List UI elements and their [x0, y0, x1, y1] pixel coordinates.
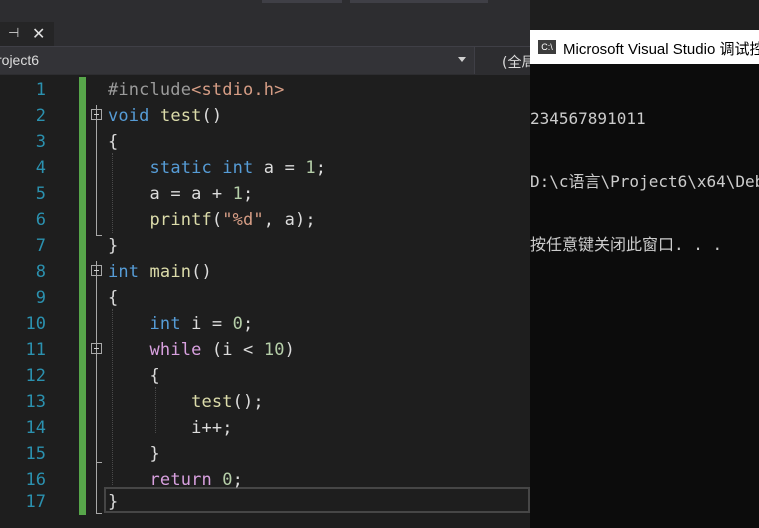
line-number: 12: [25, 366, 46, 386]
change-indicator: [79, 337, 86, 363]
collapse-icon[interactable]: [91, 265, 102, 276]
code-line[interactable]: 7 }: [0, 233, 530, 259]
change-indicator: [79, 259, 86, 285]
change-indicator: [79, 207, 86, 233]
change-indicator: [79, 103, 86, 129]
code-line[interactable]: 14 i++;: [0, 415, 530, 441]
code-text: }: [149, 444, 160, 464]
change-indicator: [79, 415, 86, 441]
chevron-down-icon: [458, 57, 466, 62]
code-line[interactable]: 13 test();: [0, 389, 530, 415]
code-editor[interactable]: 1 #include<stdio.h> 2 void test() 3 { 4 …: [0, 75, 530, 528]
change-indicator: [79, 155, 86, 181]
change-indicator: [79, 489, 86, 515]
code-text: a = a + 1;: [149, 184, 254, 204]
line-number: 10: [25, 314, 46, 334]
change-indicator: [79, 363, 86, 389]
code-line[interactable]: 3 {: [0, 129, 530, 155]
code-text: printf("%d", a);: [149, 210, 316, 230]
code-text: static int a = 1;: [149, 158, 327, 178]
change-indicator: [79, 389, 86, 415]
project-dropdown-label: roject6: [0, 52, 40, 68]
collapse-icon[interactable]: [91, 343, 102, 354]
line-number: 4: [35, 158, 46, 178]
change-indicator: [79, 311, 86, 337]
code-line[interactable]: 10 int i = 0;: [0, 311, 530, 337]
scope-dropdown[interactable]: (全局: [476, 47, 535, 74]
change-indicator: [79, 285, 86, 311]
code-text: {: [108, 132, 119, 152]
document-tab-row: [0, 22, 530, 46]
console-output: 234567891011 D:\c语言\Project6\x64\Debug\P…: [530, 66, 759, 297]
line-number: 15: [25, 444, 46, 464]
console-line: 按任意键关闭此窗口. . .: [530, 235, 723, 254]
change-indicator: [79, 441, 86, 467]
console-title-bar[interactable]: C:\ Microsoft Visual Studio 调试控制台: [530, 30, 759, 64]
console-line: 234567891011: [530, 109, 646, 128]
code-line[interactable]: 9 {: [0, 285, 530, 311]
code-text: {: [108, 288, 119, 308]
line-number: 9: [35, 288, 46, 308]
line-number: 13: [25, 392, 46, 412]
code-line[interactable]: 8 int main(): [0, 259, 530, 285]
console-app-icon: C:\: [538, 40, 556, 54]
code-text: {: [149, 366, 160, 386]
pin-icon[interactable]: ⊣: [8, 26, 19, 41]
code-text: i++;: [191, 418, 233, 438]
top-strip: [0, 0, 530, 22]
tab-controls: ⊣ ✕: [0, 22, 54, 46]
project-dropdown[interactable]: roject6: [0, 47, 475, 74]
debug-console-window[interactable]: C:\ Microsoft Visual Studio 调试控制台 234567…: [530, 30, 759, 528]
code-line[interactable]: 4 static int a = 1;: [0, 155, 530, 181]
change-indicator: [79, 77, 86, 103]
line-number: 14: [25, 418, 46, 438]
code-line[interactable]: 5 a = a + 1;: [0, 181, 530, 207]
line-number: 6: [35, 210, 46, 230]
code-line[interactable]: 2 void test(): [0, 103, 530, 129]
console-title: Microsoft Visual Studio 调试控制台: [563, 41, 759, 58]
line-number: 5: [35, 184, 46, 204]
code-text: void test(): [108, 106, 223, 126]
code-line[interactable]: 17 }: [0, 489, 530, 515]
change-indicator: [79, 129, 86, 155]
code-text: while (i < 10): [149, 340, 295, 360]
code-line[interactable]: 12 {: [0, 363, 530, 389]
code-line[interactable]: 15 }: [0, 441, 530, 467]
code-text: }: [108, 492, 119, 512]
console-line: D:\c语言\Project6\x64\Debug\Project6.exe: [530, 172, 759, 191]
code-line[interactable]: 6 printf("%d", a);: [0, 207, 530, 233]
change-indicator: [79, 233, 86, 259]
code-line[interactable]: 1 #include<stdio.h>: [0, 77, 530, 103]
code-text: #include<stdio.h>: [108, 80, 285, 100]
code-text: test();: [191, 392, 264, 412]
code-text: int i = 0;: [149, 314, 254, 334]
line-number: 11: [25, 340, 46, 360]
line-number: 2: [35, 106, 46, 126]
toolbar-fragment: [262, 0, 342, 3]
line-number: 1: [35, 80, 46, 100]
line-number: 17: [25, 492, 46, 512]
change-indicator: [79, 181, 86, 207]
code-text: int main(): [108, 262, 212, 282]
line-number: 7: [35, 236, 46, 256]
code-text: }: [108, 236, 119, 256]
line-number: 3: [35, 132, 46, 152]
toolbar-fragment: [350, 0, 488, 3]
collapse-icon[interactable]: [91, 109, 102, 120]
navigation-bar: roject6 (全局: [0, 46, 535, 75]
line-number: 8: [35, 262, 46, 282]
code-line[interactable]: 11 while (i < 10): [0, 337, 530, 363]
close-icon[interactable]: ✕: [32, 24, 45, 43]
